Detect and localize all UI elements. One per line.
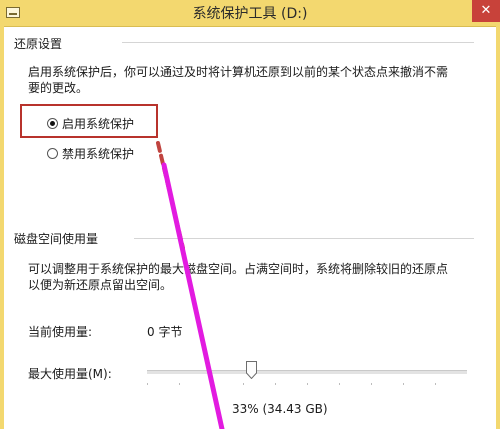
- annotation-dashed-line: [156, 141, 185, 250]
- restore-description-line1: 启用系统保护后，你可以通过及时将计算机还原到以前的某个状态点来撤消不需: [28, 65, 449, 79]
- max-usage-slider-track[interactable]: [147, 370, 467, 374]
- annotation-magenta-line: [161, 162, 225, 429]
- window-edge-left: [0, 26, 4, 429]
- max-usage-label: 最大使用量(M):: [28, 367, 112, 381]
- disk-usage-header: 磁盘空间使用量: [14, 232, 99, 246]
- disk-description-line2: 以便为新还原点留出空间。: [28, 278, 173, 292]
- disk-description-line1: 可以调整用于系统保护的最大磁盘空间。占满空间时，系统将删除较旧的还原点: [28, 262, 449, 276]
- max-usage-slider-thumb[interactable]: [246, 361, 257, 379]
- max-usage-percent: 33% (34.43 GB): [232, 402, 328, 416]
- radio-unchecked-icon[interactable]: [47, 148, 58, 159]
- max-usage-slider-ticks: [147, 383, 467, 385]
- close-icon: ✕: [480, 3, 492, 18]
- radio-enable-label: 启用系统保护: [62, 117, 135, 131]
- current-usage-label: 当前使用量:: [28, 325, 93, 339]
- title-bar: 系统保护工具 (D:) ✕: [0, 0, 500, 27]
- restore-settings-divider: [122, 42, 474, 43]
- radio-checked-icon[interactable]: [47, 118, 58, 129]
- restore-description-line2: 要的更改。: [28, 81, 89, 95]
- radio-disable-protection[interactable]: 禁用系统保护: [47, 145, 134, 162]
- close-button[interactable]: ✕: [472, 0, 500, 22]
- radio-disable-label: 禁用系统保护: [62, 147, 135, 161]
- disk-usage-divider: [134, 238, 474, 239]
- restore-description: 启用系统保护后，你可以通过及时将计算机还原到以前的某个状态点来撤消不需 要的更改…: [28, 64, 448, 96]
- restore-settings-header: 还原设置: [14, 37, 63, 51]
- disk-description: 可以调整用于系统保护的最大磁盘空间。占满空间时，系统将删除较旧的还原点 以便为新…: [28, 261, 448, 293]
- window-title: 系统保护工具 (D:): [192, 6, 308, 22]
- current-usage-value: 0 字节: [147, 325, 183, 339]
- radio-enable-protection[interactable]: 启用系统保护: [47, 115, 134, 132]
- window-edge-right: [496, 26, 500, 429]
